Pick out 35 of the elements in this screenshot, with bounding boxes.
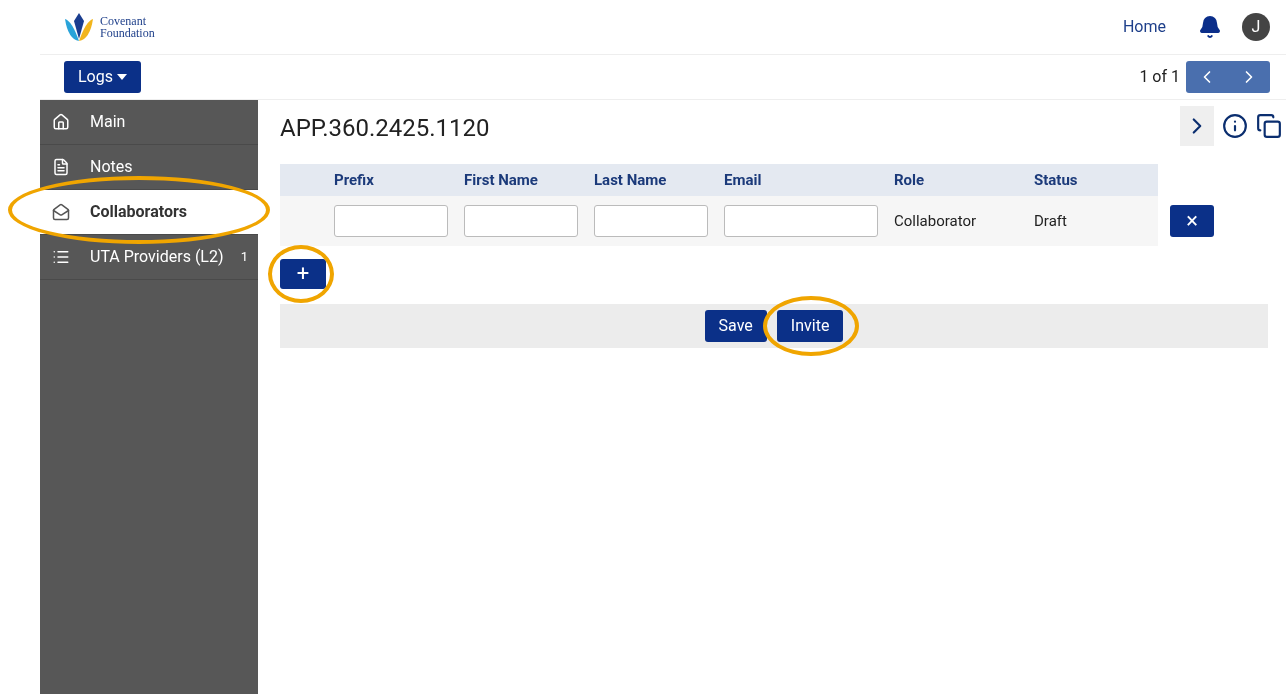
sidebar-item[interactable]: UTA Providers (L2) 1 [40, 235, 258, 280]
column-header: Role [894, 171, 925, 189]
sidebar-item-icon [52, 248, 70, 266]
text-field[interactable] [464, 205, 578, 237]
logo-text: Foundation [100, 27, 155, 39]
sidebar-item[interactable]: Collaborators [40, 190, 258, 235]
text-field[interactable] [334, 205, 448, 237]
sidebar-item-icon [52, 203, 70, 221]
text-field[interactable] [724, 205, 878, 237]
avatar[interactable]: J [1242, 13, 1270, 41]
count-label: 1 [240, 248, 248, 267]
logo-text: Covenant [100, 15, 147, 27]
add-button[interactable]: + [280, 259, 326, 289]
sidebar-item-icon [52, 158, 70, 176]
logs-button[interactable]: Logs [64, 61, 141, 93]
table-cell: Collaborator [894, 212, 977, 230]
info-icon[interactable] [1222, 113, 1248, 139]
page-counter: 1 of 1 [1139, 66, 1180, 88]
column-header: Last Name [594, 171, 667, 189]
copy-icon[interactable] [1256, 113, 1282, 139]
home-link[interactable]: Home [1122, 15, 1166, 39]
sidebar-item[interactable]: Main [40, 100, 258, 145]
column-header: Status [1034, 171, 1078, 189]
column-header: Email [724, 171, 762, 189]
table-cell: Draft [1034, 212, 1067, 230]
text-field[interactable] [594, 205, 708, 237]
bell-icon[interactable] [1198, 15, 1222, 39]
action-button[interactable]: Save [704, 310, 767, 342]
action-button[interactable]: Invite [776, 310, 844, 342]
column-header: First Name [464, 171, 538, 189]
caret-icon [117, 74, 127, 80]
sidebar-item-icon [52, 113, 70, 131]
delete-button[interactable]: × [1170, 205, 1214, 237]
column-header: Prefix [334, 171, 374, 189]
page-title: APP.360.2425.1120 [280, 113, 491, 144]
